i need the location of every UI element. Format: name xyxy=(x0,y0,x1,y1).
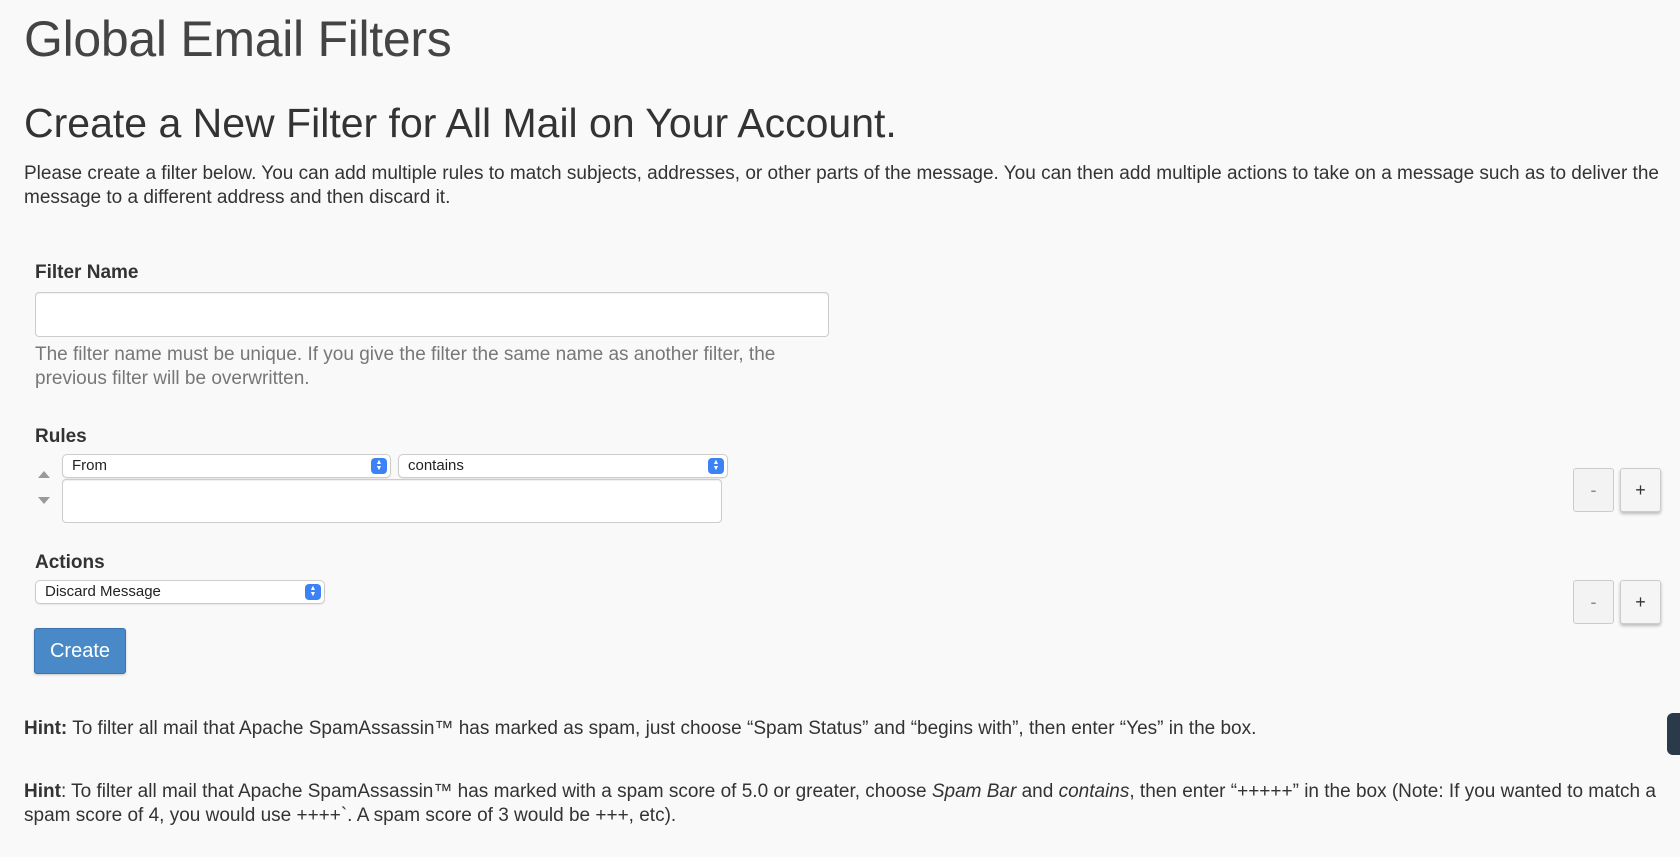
move-rule-down-icon[interactable] xyxy=(38,497,50,504)
page-title: Global Email Filters xyxy=(24,11,452,67)
remove-rule-button[interactable]: - xyxy=(1573,468,1614,512)
select-chevron-icon: ▲ ▼ xyxy=(305,584,321,600)
create-button[interactable]: Create xyxy=(34,628,126,674)
hint-text: and xyxy=(1016,781,1059,802)
filter-name-input[interactable] xyxy=(35,292,829,337)
select-chevron-icon: ▲ ▼ xyxy=(708,458,724,474)
actions-label: Actions xyxy=(35,552,105,573)
rule-field-select[interactable]: From ▲ ▼ xyxy=(62,454,391,478)
side-panel-tab[interactable] xyxy=(1667,713,1680,755)
remove-action-button[interactable]: - xyxy=(1573,580,1614,624)
page: Global Email Filters Create a New Filter… xyxy=(0,0,1680,857)
select-chevron-icon: ▲ ▼ xyxy=(371,458,387,474)
filter-name-help: The filter name must be unique. If you g… xyxy=(35,344,776,389)
hint-text: : To filter all mail that Apache SpamAss… xyxy=(60,781,932,802)
rule-field-select-value: From xyxy=(72,457,107,474)
hint-spam-bar: Hint: To filter all mail that Apache Spa… xyxy=(24,780,1669,828)
filter-name-label: Filter Name xyxy=(35,262,139,283)
add-rule-button[interactable]: + xyxy=(1620,468,1661,512)
hint-emphasis: contains xyxy=(1058,781,1130,802)
rule-operator-select[interactable]: contains ▲ ▼ xyxy=(398,454,728,478)
rules-label: Rules xyxy=(35,426,87,447)
hint-emphasis: Spam Bar xyxy=(931,781,1017,802)
rule-operator-select-value: contains xyxy=(408,457,464,474)
move-rule-up-icon[interactable] xyxy=(38,471,50,478)
section-title: Create a New Filter for All Mail on Your… xyxy=(24,100,897,146)
hint-prefix: Hint xyxy=(24,781,61,802)
add-action-button[interactable]: + xyxy=(1620,580,1661,624)
hint-prefix: Hint: xyxy=(24,718,68,739)
action-select[interactable]: Discard Message ▲ ▼ xyxy=(35,580,325,604)
intro-text: Please create a filter below. You can ad… xyxy=(24,163,1659,208)
hint-text: To filter all mail that Apache SpamAssas… xyxy=(67,718,1257,739)
rule-value-input[interactable] xyxy=(62,479,722,523)
hint-spam-status: Hint: To filter all mail that Apache Spa… xyxy=(24,717,1669,741)
action-select-value: Discard Message xyxy=(45,583,161,600)
